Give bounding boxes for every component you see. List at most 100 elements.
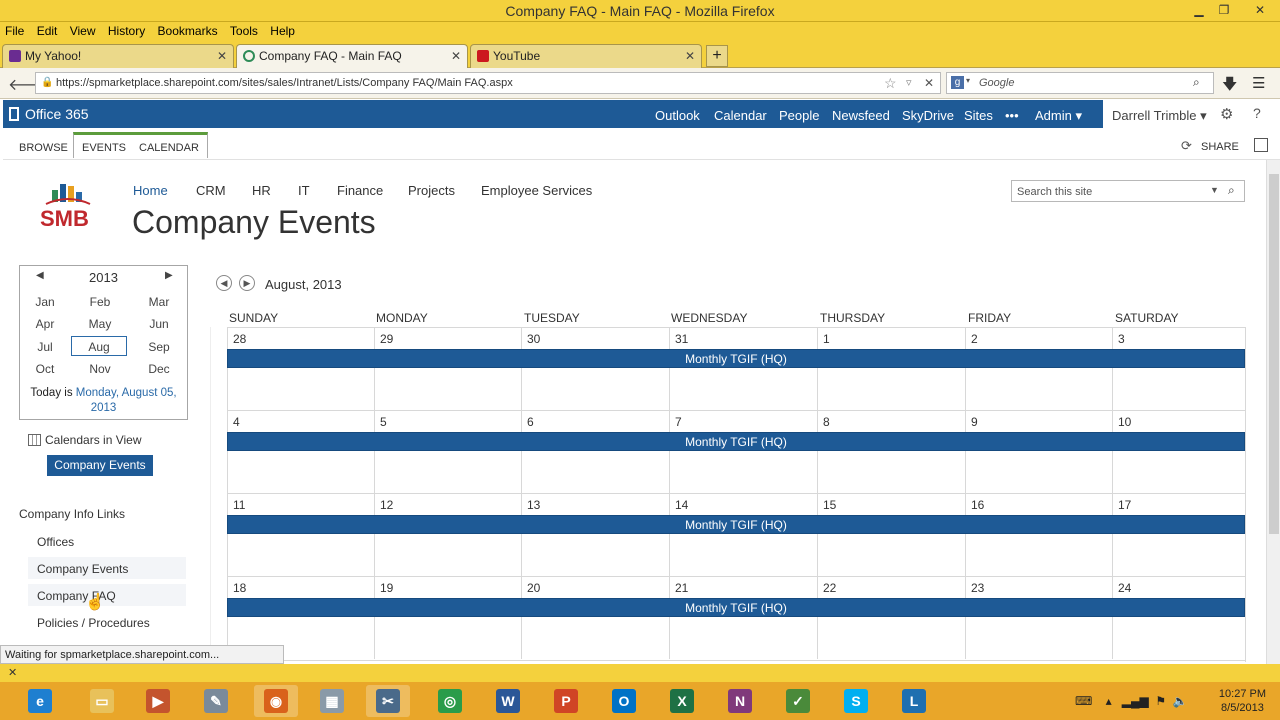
taskbar-clock[interactable]: 10:27 PM 8/5/2013 <box>1219 687 1266 715</box>
menu-file[interactable]: File <box>0 22 28 38</box>
topnav-projects[interactable]: Projects <box>408 183 455 198</box>
close-bar-icon[interactable]: ✕ <box>8 666 17 679</box>
topnav-it[interactable]: IT <box>298 183 310 198</box>
url-bar[interactable]: 🔒 https://spmarketplace.sharepoint.com/s… <box>35 72 941 94</box>
picker-month-sep[interactable]: Sep <box>131 337 187 357</box>
picker-month-jul[interactable]: Jul <box>17 337 73 357</box>
close-tab-icon[interactable]: ✕ <box>451 49 461 63</box>
menu-edit[interactable]: Edit <box>32 22 62 38</box>
gear-icon[interactable]: ⚙ <box>1220 105 1233 123</box>
taskbar-button[interactable]: L <box>892 685 936 717</box>
taskbar-button[interactable]: ✓ <box>776 685 820 717</box>
ribbon-tab-events[interactable]: EVENTS <box>73 132 135 158</box>
bookmark-star-icon[interactable]: ☆ <box>884 75 897 92</box>
keyboard-icon[interactable]: ⌨ <box>1075 694 1092 708</box>
suite-nav-skydrive[interactable]: SkyDrive <box>902 108 954 123</box>
previous-month-icon[interactable]: ◀ <box>216 275 232 291</box>
calendar-day-cell[interactable]: 1 <box>817 327 965 410</box>
quicklaunch-item-policies[interactable]: Policies / Procedures <box>37 616 150 630</box>
close-tab-icon[interactable]: ✕ <box>685 49 695 63</box>
share-icon[interactable]: ⟳ <box>1181 138 1192 154</box>
stop-icon[interactable]: ✕ <box>924 76 934 90</box>
suite-nav-newsfeed[interactable]: Newsfeed <box>832 108 890 123</box>
site-search-input[interactable]: Search this site ▼ ⌕ <box>1011 180 1245 202</box>
calendar-day-cell[interactable]: 31 <box>669 327 817 410</box>
new-tab-button[interactable]: + <box>706 45 728 67</box>
close-window-button[interactable]: ✕ <box>1240 0 1280 20</box>
topnav-home[interactable]: Home <box>133 183 168 198</box>
quicklaunch-item-offices[interactable]: Offices <box>37 535 74 549</box>
topnav-crm[interactable]: CRM <box>196 183 226 198</box>
chevron-down-icon[interactable]: ▼ <box>1210 185 1219 195</box>
calendar-day-cell[interactable]: 5 <box>374 410 521 493</box>
close-tab-icon[interactable]: ✕ <box>217 49 227 63</box>
picker-month-mar[interactable]: Mar <box>131 292 187 312</box>
suite-nav-sites[interactable]: Sites <box>964 108 993 123</box>
volume-icon[interactable]: 🔈 <box>1173 694 1188 708</box>
calendar-day-cell[interactable]: 28 <box>227 327 374 410</box>
taskbar-button[interactable]: N <box>718 685 762 717</box>
menu-help[interactable]: Help <box>265 22 299 38</box>
taskbar-button[interactable]: ▦ <box>310 685 354 717</box>
flag-icon[interactable]: ⚑ <box>1155 694 1166 708</box>
calendar-event-monthly-tgif[interactable]: Monthly TGIF (HQ) <box>227 432 1245 451</box>
network-icon[interactable]: ▂▄▆ <box>1122 694 1149 708</box>
menu-tools[interactable]: Tools <box>225 22 262 38</box>
calendar-day-cell[interactable]: 19 <box>374 576 521 659</box>
tab-my-yahoo[interactable]: My Yahoo! ✕ <box>2 44 234 68</box>
calendar-day-cell[interactable]: 9 <box>965 410 1112 493</box>
calendar-day-cell[interactable]: 2 <box>965 327 1112 410</box>
calendar-day-cell[interactable]: 30 <box>521 327 669 410</box>
tab-company-faq[interactable]: Company FAQ - Main FAQ ✕ <box>236 44 468 68</box>
calendar-day-cell[interactable]: 29 <box>374 327 521 410</box>
taskbar-button[interactable]: ▶ <box>136 685 180 717</box>
taskbar-button[interactable]: W <box>486 685 530 717</box>
topnav-hr[interactable]: HR <box>252 183 271 198</box>
calendar-day-cell[interactable]: 10 <box>1112 410 1246 493</box>
picker-month-oct[interactable]: Oct <box>17 359 73 379</box>
today-link-year[interactable]: 2013 <box>91 402 117 414</box>
taskbar-button[interactable]: e <box>18 685 62 717</box>
picker-month-jun[interactable]: Jun <box>131 314 187 334</box>
suite-nav-outlook[interactable]: Outlook <box>655 108 700 123</box>
calendar-day-cell[interactable]: 21 <box>669 576 817 659</box>
office365-brand[interactable]: Office 365 <box>25 106 89 122</box>
calendar-day-cell[interactable]: 11 <box>227 493 374 576</box>
web-search-input[interactable]: g ▾ Google ⌕ <box>946 72 1214 94</box>
user-name[interactable]: Darrell Trimble ▾ <box>1112 108 1207 124</box>
search-engine-icon[interactable]: g <box>951 76 964 89</box>
show-hidden-icons-icon[interactable]: ▴ <box>1106 694 1112 708</box>
picker-month-dec[interactable]: Dec <box>131 359 187 379</box>
calendar-event-monthly-tgif[interactable]: Monthly TGIF (HQ) <box>227 515 1245 534</box>
calendar-day-cell[interactable]: 23 <box>965 576 1112 659</box>
topnav-finance[interactable]: Finance <box>337 183 383 198</box>
taskbar-button[interactable]: ◉ <box>254 685 298 717</box>
taskbar-button[interactable]: ✎ <box>194 685 238 717</box>
calendar-event-monthly-tgif[interactable]: Monthly TGIF (HQ) <box>227 598 1245 617</box>
suite-nav-admin[interactable]: Admin ▾ <box>1035 108 1082 124</box>
minimize-button[interactable]: ▁ <box>1185 0 1213 20</box>
picker-month-may[interactable]: May <box>72 314 128 334</box>
help-icon[interactable]: ? <box>1253 105 1261 121</box>
today-link[interactable]: Monday, August 05, <box>76 387 177 399</box>
calendar-day-cell[interactable]: 17 <box>1112 493 1246 576</box>
calendar-day-cell[interactable]: 14 <box>669 493 817 576</box>
search-icon[interactable]: ⌕ <box>1193 75 1200 90</box>
picker-month-feb[interactable]: Feb <box>72 292 128 312</box>
quicklaunch-item-company-events[interactable]: Company Events <box>37 562 128 576</box>
tab-youtube[interactable]: YouTube ✕ <box>470 44 702 68</box>
picker-month-aug[interactable]: Aug <box>71 336 127 356</box>
scrollbar-thumb[interactable] <box>1269 174 1279 534</box>
calendar-day-cell[interactable]: 12 <box>374 493 521 576</box>
calendar-event-monthly-tgif[interactable]: Monthly TGIF (HQ) <box>227 349 1245 368</box>
calendar-overlay-company-events[interactable]: Company Events <box>47 455 153 476</box>
focus-on-content-icon[interactable] <box>1254 138 1268 152</box>
suite-nav-people[interactable]: People <box>779 108 819 123</box>
ribbon-tab-browse[interactable]: BROWSE <box>11 134 76 160</box>
history-dropdown-icon[interactable]: ▿ <box>906 76 912 89</box>
calendar-day-cell[interactable]: 7 <box>669 410 817 493</box>
taskbar-button[interactable]: X <box>660 685 704 717</box>
calendar-day-cell[interactable]: 8 <box>817 410 965 493</box>
calendar-day-cell[interactable]: 4 <box>227 410 374 493</box>
next-month-icon[interactable]: ▶ <box>239 275 255 291</box>
